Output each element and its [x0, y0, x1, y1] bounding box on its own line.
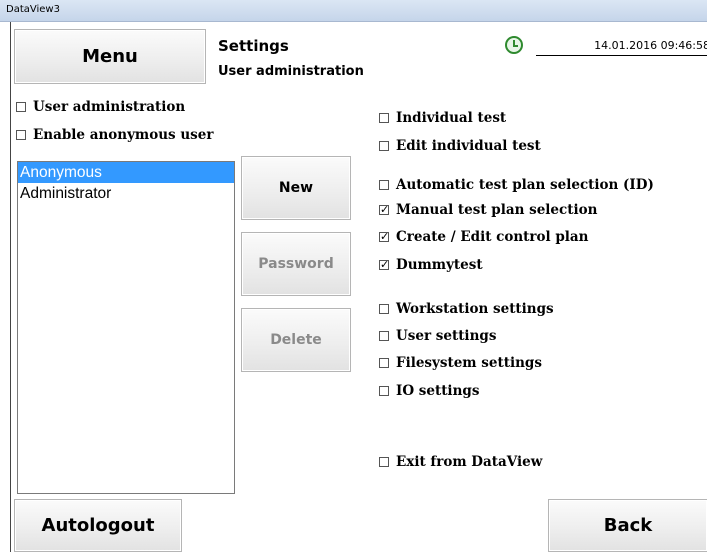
delete-user-button[interactable]: Delete — [241, 308, 351, 372]
user-list[interactable]: Anonymous Administrator — [17, 161, 235, 494]
clock-icon — [505, 36, 523, 54]
checkbox-label: Automatic test plan selection (ID) — [396, 177, 654, 193]
checkbox-box — [16, 102, 26, 112]
checkbox-box — [379, 258, 389, 271]
individual-test-checkbox[interactable]: Individual test — [379, 110, 506, 126]
checkbox-label: Manual test plan selection — [396, 202, 598, 218]
new-user-button[interactable]: New — [241, 156, 351, 220]
filesystem-settings-checkbox[interactable]: Filesystem settings — [379, 355, 542, 371]
auto-test-plan-selection-checkbox[interactable]: Automatic test plan selection (ID) — [379, 177, 654, 193]
create-edit-control-plan-checkbox[interactable]: Create / Edit control plan — [379, 229, 589, 245]
manual-test-plan-selection-checkbox[interactable]: Manual test plan selection — [379, 202, 597, 218]
checkbox-label: Individual test — [396, 110, 507, 126]
user-administration-checkbox[interactable]: User administration — [16, 99, 185, 115]
checkbox-box — [379, 457, 389, 467]
checkbox-label: Dummytest — [396, 257, 483, 273]
list-item-user[interactable]: Administrator — [18, 183, 234, 204]
checkbox-label: Filesystem settings — [396, 355, 542, 371]
checkbox-label: Workstation settings — [396, 301, 554, 317]
checkbox-box — [379, 386, 389, 396]
checkbox-box — [379, 358, 389, 368]
checkbox-label: User settings — [396, 328, 497, 344]
checkbox-label: Exit from DataView — [396, 454, 543, 470]
checkbox-box — [379, 180, 389, 190]
back-button[interactable]: Back — [548, 499, 707, 552]
user-settings-checkbox[interactable]: User settings — [379, 328, 496, 344]
checkbox-label: Enable anonymous user — [33, 127, 214, 143]
datetime-display: 14.01.2016 09:46:58 — [536, 34, 707, 56]
checkbox-box — [16, 130, 26, 140]
window-titlebar: DataView3 — [0, 0, 707, 22]
workstation-settings-checkbox[interactable]: Workstation settings — [379, 301, 554, 317]
page-subtitle: User administration — [218, 64, 364, 79]
autologout-button[interactable]: Autologout — [14, 499, 182, 552]
enable-anonymous-user-checkbox[interactable]: Enable anonymous user — [16, 127, 213, 143]
checkbox-box — [379, 230, 389, 243]
checkbox-box — [379, 203, 389, 216]
checkbox-label: User administration — [33, 99, 186, 115]
list-item-user[interactable]: Anonymous — [18, 162, 234, 183]
checkbox-box — [379, 331, 389, 341]
checkbox-label: Edit individual test — [396, 138, 541, 154]
password-button[interactable]: Password — [241, 232, 351, 296]
checkbox-label: IO settings — [396, 383, 480, 399]
checkbox-box — [379, 141, 389, 151]
checkbox-box — [379, 113, 389, 123]
window-title: DataView3 — [6, 4, 60, 15]
exit-from-dataview-checkbox[interactable]: Exit from DataView — [379, 454, 542, 470]
io-settings-checkbox[interactable]: IO settings — [379, 383, 479, 399]
dummytest-checkbox[interactable]: Dummytest — [379, 257, 483, 273]
edit-individual-test-checkbox[interactable]: Edit individual test — [379, 138, 541, 154]
checkbox-box — [379, 304, 389, 314]
menu-button[interactable]: Menu — [14, 29, 206, 84]
checkbox-label: Create / Edit control plan — [396, 229, 589, 245]
page-title: Settings — [218, 37, 289, 55]
